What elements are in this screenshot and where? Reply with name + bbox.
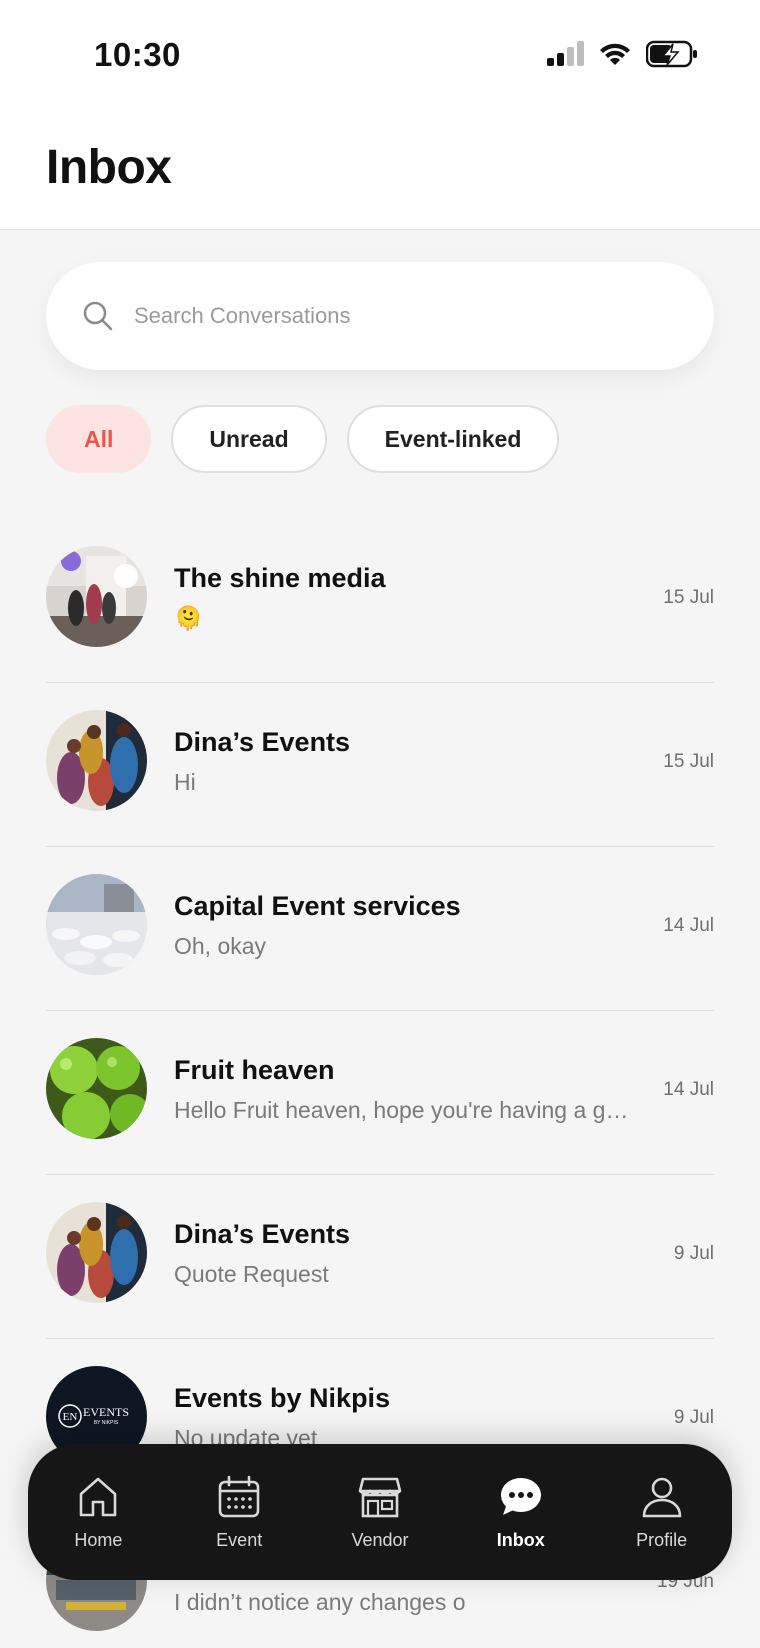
app-header: 10:30 Inbox: [0, 0, 760, 230]
conversation-date: 9 Jul: [673, 1407, 714, 1428]
battery-charging-icon: [646, 40, 697, 68]
conversation-item[interactable]: Fruit heaven Hello Fruit heaven, hope yo…: [0, 1011, 760, 1175]
avatar: [46, 710, 147, 811]
search-icon: [83, 301, 113, 331]
home-icon: [80, 1477, 117, 1516]
logo-subtext: BY NIKPIS: [94, 1420, 119, 1426]
conversation-date: 15 Jul: [663, 587, 714, 608]
logo-text: EVENTS: [83, 1405, 129, 1419]
filter-unread[interactable]: Unread: [171, 405, 327, 473]
search-bar[interactable]: [46, 262, 714, 370]
avatar: [46, 546, 147, 647]
nav-vendor[interactable]: Vendor: [320, 1474, 440, 1551]
conversation-date: 14 Jul: [663, 1079, 714, 1100]
conversation-date: 15 Jul: [663, 751, 714, 772]
nav-home-label: Home: [74, 1529, 123, 1550]
nav-event[interactable]: Event: [179, 1474, 299, 1551]
conversation-preview: Oh, okay: [174, 933, 267, 959]
avatar: [46, 1202, 147, 1303]
filter-chips: All Unread Event-linked: [46, 405, 560, 473]
conversation-date: 14 Jul: [663, 915, 714, 936]
conversation-preview: Hello Fruit heaven, hope you're having a…: [174, 1097, 634, 1123]
signal-icon: [547, 41, 584, 66]
logo-monogram: EN: [63, 1411, 78, 1423]
nav-vendor-label: Vendor: [351, 1529, 409, 1550]
nav-profile[interactable]: Profile: [602, 1474, 722, 1551]
avatar: [46, 1038, 147, 1139]
bottom-navigation: Home Event Vendor Inbox Profile: [28, 1444, 732, 1580]
status-icons: [546, 40, 698, 68]
filter-event-linked[interactable]: Event-linked: [346, 405, 560, 473]
conversation-name: Dina’s Events: [174, 1219, 351, 1249]
nav-inbox-label: Inbox: [496, 1529, 545, 1550]
conversation-name: Events by Nikpis: [174, 1383, 391, 1413]
status-time: 10:30: [94, 36, 181, 73]
conversation-item[interactable]: Capital Event services Oh, okay 14 Jul: [0, 847, 760, 1011]
conversation-preview: Hi: [174, 769, 196, 795]
conversation-item[interactable]: Dina’s Events Hi 15 Jul: [0, 683, 760, 847]
nav-inbox[interactable]: Inbox: [461, 1474, 581, 1551]
nav-event-label: Event: [216, 1529, 263, 1550]
chat-bubble-icon: [500, 1477, 541, 1515]
calendar-icon: [218, 1475, 260, 1517]
store-icon: [358, 1477, 402, 1517]
conversation-preview: I didn’t notice any changes o: [174, 1589, 466, 1615]
conversation-preview: 🫠: [174, 605, 203, 631]
nav-home[interactable]: Home: [38, 1474, 158, 1551]
conversation-name: The shine media: [174, 563, 386, 593]
avatar: [46, 874, 147, 975]
conversation-item[interactable]: Dina’s Events Quote Request 9 Jul: [0, 1175, 760, 1339]
person-icon: [642, 1477, 681, 1517]
nav-profile-label: Profile: [636, 1529, 688, 1550]
search-input[interactable]: [134, 303, 654, 329]
conversation-name: Dina’s Events: [174, 727, 351, 757]
wifi-icon: [600, 43, 630, 65]
conversation-date: 9 Jul: [673, 1243, 714, 1264]
conversation-name: Fruit heaven: [174, 1055, 335, 1085]
filter-all[interactable]: All: [46, 405, 152, 473]
page-title: Inbox: [46, 141, 172, 194]
conversation-name: Capital Event services: [174, 891, 461, 921]
conversation-item[interactable]: The shine media 🫠 15 Jul: [0, 519, 760, 683]
conversation-preview: Quote Request: [174, 1261, 329, 1287]
